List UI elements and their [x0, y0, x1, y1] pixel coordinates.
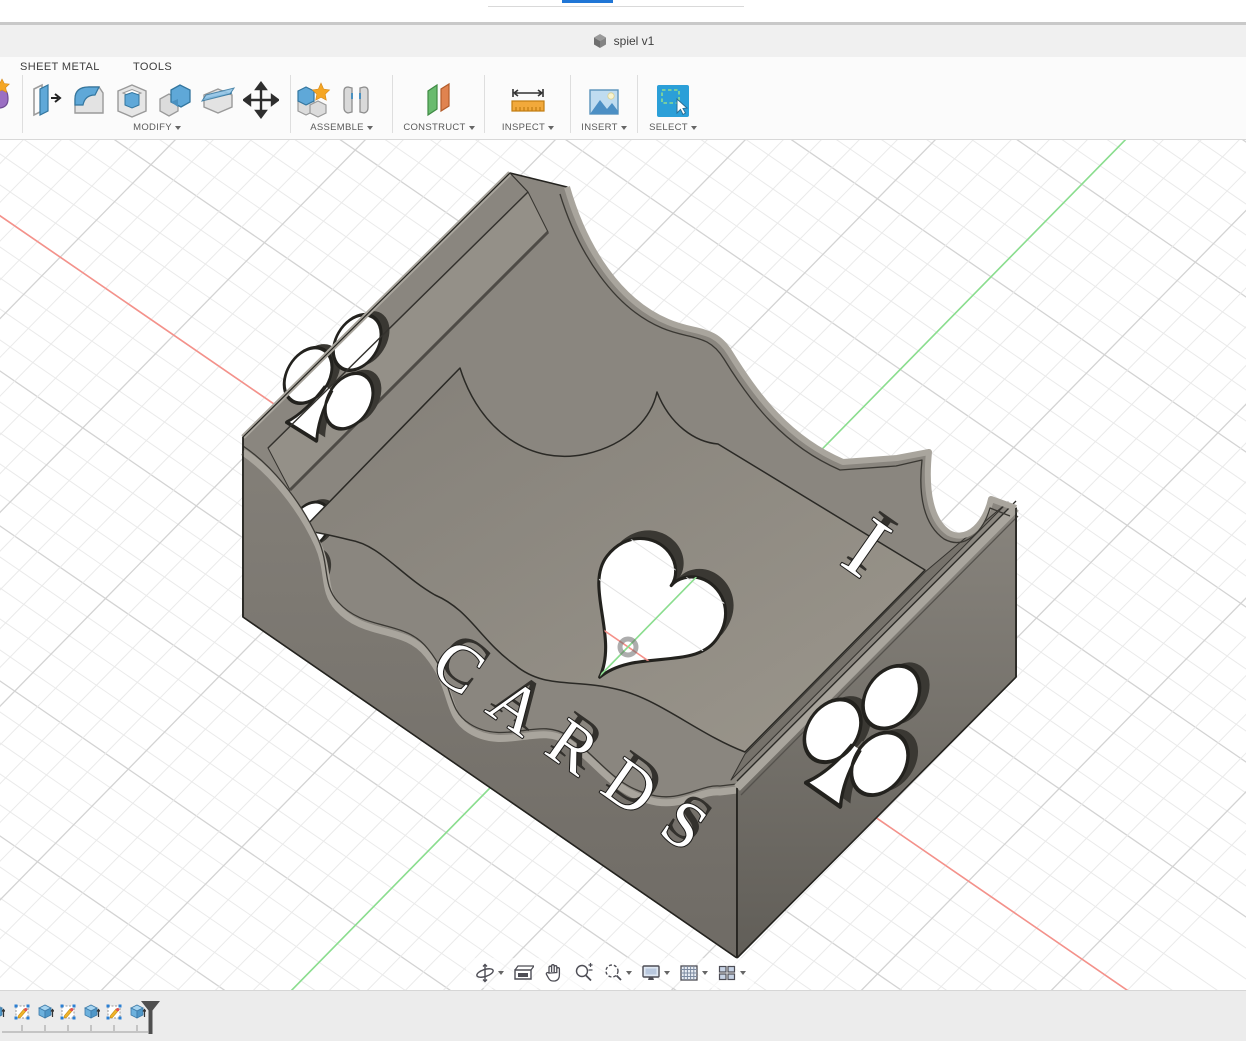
timeline-feature-sketch[interactable]: [13, 1003, 31, 1021]
group-separator: [290, 75, 291, 133]
insert-dropdown[interactable]: INSERT: [576, 122, 632, 133]
fit-button[interactable]: [600, 960, 634, 986]
group-assemble: ASSEMBLE: [294, 77, 389, 137]
fillet-icon[interactable]: [71, 81, 107, 119]
zoom-button[interactable]: [570, 960, 596, 986]
group-separator: [637, 75, 638, 133]
look-at-button[interactable]: [510, 960, 536, 986]
split-body-icon[interactable]: [200, 81, 236, 119]
grid-settings-icon: [678, 962, 700, 984]
chevron-down-icon: [498, 971, 504, 975]
timeline-bar: [0, 990, 1246, 1041]
document-tab-strip: [0, 0, 1246, 22]
display-settings-button[interactable]: [638, 960, 672, 986]
pan-hand-icon: [542, 962, 564, 984]
3d-viewport[interactable]: I I CARDS CARDS: [0, 140, 1246, 990]
select-icon[interactable]: [655, 83, 691, 119]
timeline-track: [2, 1031, 148, 1033]
display-settings-icon: [640, 962, 662, 984]
chevron-down-icon: [621, 126, 627, 130]
cube-icon: [592, 33, 608, 49]
viewports-icon: [716, 962, 738, 984]
group-separator: [392, 75, 393, 133]
group-construct: CONSTRUCT: [398, 77, 480, 137]
ribbon-toolbar: SHEET METAL TOOLS: [0, 57, 1246, 140]
chevron-down-icon: [626, 971, 632, 975]
group-insert: INSERT: [576, 77, 632, 137]
viewport-scene: I I CARDS CARDS: [0, 140, 1246, 990]
canvas-icon[interactable]: [587, 85, 621, 119]
chevron-down-icon: [740, 971, 746, 975]
joint-icon[interactable]: [339, 81, 373, 119]
new-component-icon[interactable]: [294, 81, 332, 119]
view-navigation-bar: [466, 958, 754, 988]
document-title[interactable]: spiel v1: [614, 34, 655, 48]
viewports-button[interactable]: [714, 960, 748, 986]
group-inspect: INSPECT: [492, 77, 564, 137]
modify-dropdown[interactable]: MODIFY: [28, 122, 286, 133]
grid-settings-button[interactable]: [676, 960, 710, 986]
measure-icon[interactable]: [509, 81, 547, 119]
group-select: SELECT: [644, 77, 702, 137]
chevron-down-icon: [367, 126, 373, 130]
shell-icon[interactable]: [114, 81, 150, 119]
move-icon[interactable]: [243, 81, 279, 119]
group-separator: [570, 75, 571, 133]
look-at-icon: [512, 962, 534, 984]
timeline-feature-extrude[interactable]: [82, 1003, 100, 1021]
chevron-down-icon: [175, 126, 181, 130]
title-bar: spiel v1: [0, 25, 1246, 57]
group-modify: MODIFY: [28, 77, 286, 137]
tab-border: [488, 6, 744, 7]
card-box-model[interactable]: I I CARDS CARDS: [231, 173, 1018, 958]
pan-button[interactable]: [540, 960, 566, 986]
timeline-feature-sketch[interactable]: [105, 1003, 123, 1021]
assemble-dropdown[interactable]: ASSEMBLE: [294, 122, 389, 133]
timeline-feature-extrude[interactable]: [0, 1003, 6, 1021]
combine-icon[interactable]: [157, 81, 193, 119]
tab-tools[interactable]: TOOLS: [133, 61, 172, 73]
chevron-down-icon: [469, 126, 475, 130]
chevron-down-icon: [691, 126, 697, 130]
chevron-down-icon: [702, 971, 708, 975]
timeline-feature-sketch[interactable]: [59, 1003, 77, 1021]
inspect-dropdown[interactable]: INSPECT: [492, 122, 564, 133]
chevron-down-icon: [548, 126, 554, 130]
active-tab-indicator: [562, 0, 613, 3]
chevron-down-icon: [664, 971, 670, 975]
select-dropdown[interactable]: SELECT: [644, 122, 702, 133]
press-pull-icon[interactable]: [28, 81, 64, 119]
timeline-feature-extrude[interactable]: [36, 1003, 54, 1021]
timeline-playhead[interactable]: [140, 1001, 161, 1035]
construct-plane-icon[interactable]: [422, 81, 456, 119]
fusion360-window: { "tab_bar": { "active_tab_indicator_col…: [0, 0, 1246, 1040]
clipped-tool-icon[interactable]: [0, 77, 12, 117]
tab-sheet-metal[interactable]: SHEET METAL: [20, 61, 100, 73]
zoom-icon: [572, 962, 594, 984]
orbit-icon: [474, 962, 496, 984]
group-separator: [484, 75, 485, 133]
fit-icon: [602, 962, 624, 984]
group-separator: [22, 75, 23, 133]
construct-dropdown[interactable]: CONSTRUCT: [398, 122, 480, 133]
orbit-button[interactable]: [472, 960, 506, 986]
